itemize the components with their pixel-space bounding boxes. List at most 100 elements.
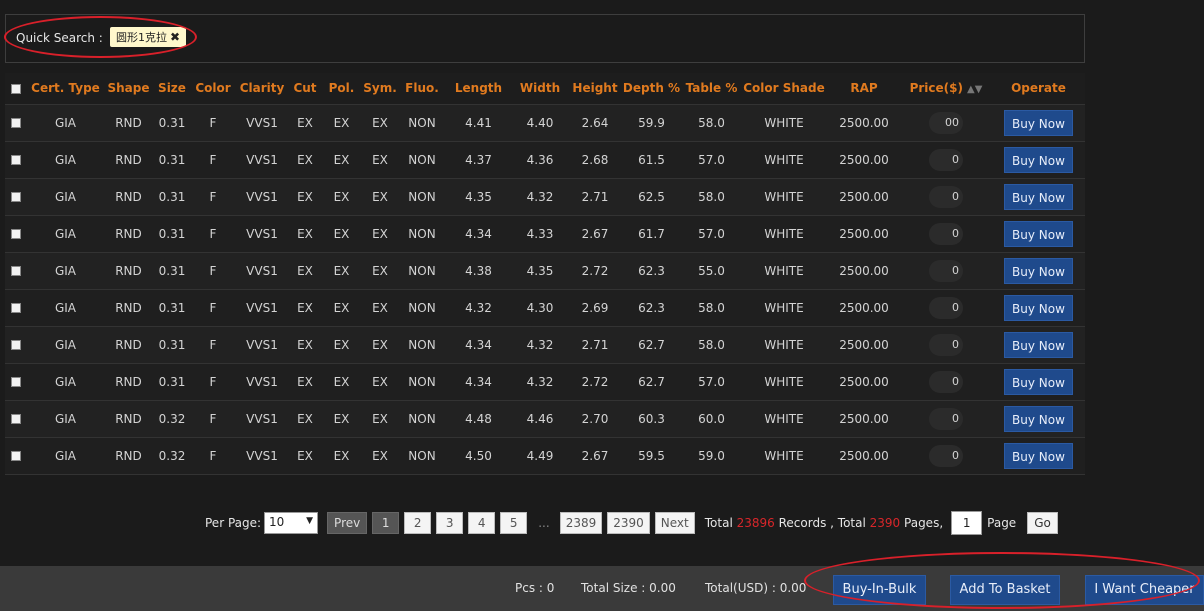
cell-clarity: VVS1 xyxy=(234,141,290,179)
cell-polish: EX xyxy=(320,215,363,253)
cell-depth: 62.7 xyxy=(620,363,683,401)
cell-size: 0.32 xyxy=(152,437,192,475)
cell-operate: Buy Now xyxy=(992,437,1085,475)
diamond-results-table: Cert. Type Shape Size Color Clarity Cut … xyxy=(5,73,1085,475)
row-checkbox[interactable] xyxy=(5,400,26,438)
cell-price: 0 xyxy=(900,326,992,364)
cell-table-pct: 58.0 xyxy=(683,326,740,364)
table-header-row: Cert. Type Shape Size Color Clarity Cut … xyxy=(5,73,1085,105)
page-button-3[interactable]: 3 xyxy=(436,512,464,534)
col-size: Size xyxy=(152,73,192,105)
cell-clarity: VVS1 xyxy=(234,326,290,364)
cell-rap: 2500.00 xyxy=(828,178,900,216)
cell-height: 2.70 xyxy=(570,400,620,438)
cell-height: 2.69 xyxy=(570,289,620,327)
cell-color-shade: WHITE xyxy=(740,326,828,364)
cell-size: 0.32 xyxy=(152,400,192,438)
cell-height: 2.68 xyxy=(570,141,620,179)
price-value: 0 xyxy=(929,185,963,208)
row-checkbox[interactable] xyxy=(5,141,26,179)
selection-footer: Pcs : 0 Total Size : 0.00 Total(USD) : 0… xyxy=(0,566,1204,611)
cell-table-pct: 58.0 xyxy=(683,178,740,216)
row-checkbox[interactable] xyxy=(5,363,26,401)
page-button-2389[interactable]: 2389 xyxy=(559,512,603,534)
page-button-2[interactable]: 2 xyxy=(404,512,432,534)
go-button[interactable]: Go xyxy=(1027,512,1058,534)
row-checkbox[interactable] xyxy=(5,437,26,475)
cell-symmetry: EX xyxy=(363,437,397,475)
sort-icon[interactable]: ▲▼ xyxy=(967,84,982,95)
per-page-select[interactable]: 10 ▼ xyxy=(264,512,319,534)
goto-page-input[interactable]: 1 xyxy=(951,511,983,535)
cell-length: 4.41 xyxy=(447,104,510,142)
table-row: GIA RND 0.31 F VVS1 EX EX EX NON 4.32 4.30 2.69 62.3… xyxy=(5,289,1085,327)
row-checkbox[interactable] xyxy=(5,326,26,364)
buy-in-bulk-button[interactable]: Buy-In-Bulk xyxy=(833,575,926,605)
cell-depth: 62.3 xyxy=(620,289,683,327)
table-row: GIA RND 0.31 F VVS1 EX EX EX NON 4.34 4.32 2.72 62.7… xyxy=(5,363,1085,401)
page-button-4[interactable]: 4 xyxy=(468,512,496,534)
row-checkbox[interactable] xyxy=(5,104,26,142)
cell-operate: Buy Now xyxy=(992,104,1085,142)
buy-now-button[interactable]: Buy Now xyxy=(1004,220,1073,247)
page-button-1[interactable]: 1 xyxy=(372,512,400,534)
cell-symmetry: EX xyxy=(363,215,397,253)
buy-now-button[interactable]: Buy Now xyxy=(1004,146,1073,173)
next-page-button[interactable]: Next xyxy=(654,512,695,534)
col-clarity: Clarity xyxy=(234,73,290,105)
cell-size: 0.31 xyxy=(152,104,192,142)
buy-now-button[interactable]: Buy Now xyxy=(1004,405,1073,432)
row-checkbox[interactable] xyxy=(5,252,26,290)
cell-polish: EX xyxy=(320,104,363,142)
cell-polish: EX xyxy=(320,178,363,216)
records-summary: Total 23896 Records , Total 2390 Pages, xyxy=(705,516,943,530)
cell-color-shade: WHITE xyxy=(740,215,828,253)
cell-polish: EX xyxy=(320,363,363,401)
prev-page-button[interactable]: Prev xyxy=(327,512,368,534)
add-to-basket-button[interactable]: Add To Basket xyxy=(950,575,1060,605)
row-checkbox[interactable] xyxy=(5,289,26,327)
remove-tag-icon[interactable]: ✖ xyxy=(170,30,180,44)
cell-cert-type: GIA xyxy=(26,178,105,216)
cell-polish: EX xyxy=(320,141,363,179)
row-checkbox[interactable] xyxy=(5,215,26,253)
buy-now-button[interactable]: Buy Now xyxy=(1004,183,1073,210)
table-row: GIA RND 0.31 F VVS1 EX EX EX NON 4.41 4.40 2.64 59.9… xyxy=(5,104,1085,142)
cell-rap: 2500.00 xyxy=(828,326,900,364)
cell-polish: EX xyxy=(320,326,363,364)
cell-fluorescence: NON xyxy=(397,289,447,327)
cell-shape: RND xyxy=(105,178,152,216)
cell-length: 4.50 xyxy=(447,437,510,475)
cell-clarity: VVS1 xyxy=(234,104,290,142)
buy-now-button[interactable]: Buy Now xyxy=(1004,331,1073,358)
cell-price: 0 xyxy=(900,363,992,401)
buy-now-button[interactable]: Buy Now xyxy=(1004,109,1073,136)
select-all-checkbox[interactable] xyxy=(5,73,26,105)
cell-table-pct: 55.0 xyxy=(683,252,740,290)
cell-price: 0 xyxy=(900,141,992,179)
cell-table-pct: 58.0 xyxy=(683,104,740,142)
row-checkbox[interactable] xyxy=(5,178,26,216)
cell-symmetry: EX xyxy=(363,400,397,438)
col-price[interactable]: Price($) ▲▼ xyxy=(900,73,992,105)
search-filter-tag[interactable]: 圆形1克拉 ✖ xyxy=(110,27,187,47)
cell-operate: Buy Now xyxy=(992,215,1085,253)
cell-operate: Buy Now xyxy=(992,252,1085,290)
cell-clarity: VVS1 xyxy=(234,363,290,401)
buy-now-button[interactable]: Buy Now xyxy=(1004,257,1073,284)
buy-now-button[interactable]: Buy Now xyxy=(1004,368,1073,395)
buy-now-button[interactable]: Buy Now xyxy=(1004,442,1073,469)
cell-width: 4.32 xyxy=(510,326,570,364)
page-button-5[interactable]: 5 xyxy=(500,512,528,534)
cell-symmetry: EX xyxy=(363,104,397,142)
search-filter-tag-label: 圆形1克拉 xyxy=(116,31,167,44)
cell-table-pct: 57.0 xyxy=(683,215,740,253)
want-cheaper-button[interactable]: I Want Cheaper xyxy=(1085,575,1204,605)
col-price-label: Price($) xyxy=(909,81,963,96)
buy-now-button[interactable]: Buy Now xyxy=(1004,294,1073,321)
page-button-2390[interactable]: 2390 xyxy=(607,512,650,534)
cell-clarity: VVS1 xyxy=(234,215,290,253)
col-color: Color xyxy=(192,73,234,105)
pcs-count: Pcs : 0 xyxy=(515,581,555,595)
cell-rap: 2500.00 xyxy=(828,400,900,438)
